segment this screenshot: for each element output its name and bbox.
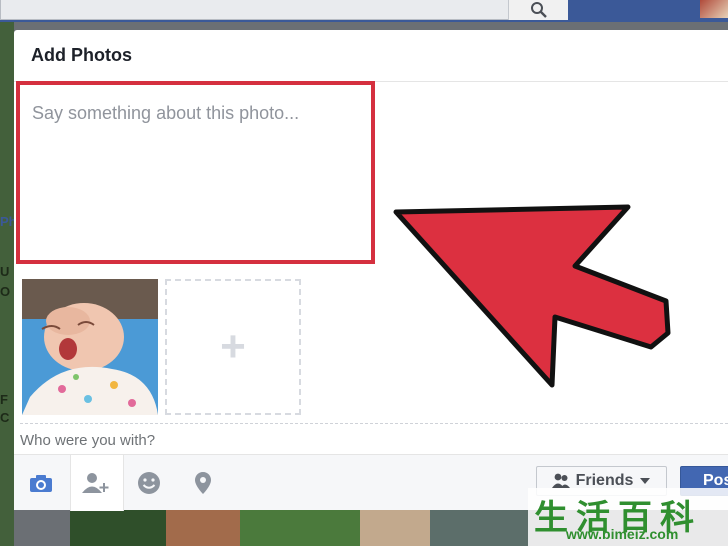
emoji-icon[interactable] [122,455,176,511]
search-icon [508,0,568,20]
add-photo-tile[interactable]: + [165,279,301,415]
plus-icon: + [220,322,246,371]
background-letter: U [0,264,10,279]
add-photos-dialog: Add Photos + [14,30,728,511]
baby-photo-image [22,279,158,415]
camera-icon[interactable] [14,455,68,511]
chevron-down-icon [640,478,651,484]
tag-friends-input[interactable] [20,429,420,451]
caption-highlight-box [16,81,375,264]
dialog-header: Add Photos [14,30,728,82]
caption-input[interactable] [20,85,371,260]
tag-friends-icon[interactable] [70,455,124,511]
friends-icon [551,473,570,488]
background-letter: C [0,410,10,425]
dialog-title: Add Photos [31,45,132,65]
divider [20,423,728,424]
background-letter: O [0,284,11,299]
background-photo-strip [70,506,530,546]
avatar [700,0,728,18]
photo-thumbnail[interactable] [22,279,158,415]
background-search-bar [0,0,568,20]
watermark: 生活百科 www.bimeiz.com [528,488,728,546]
watermark-url: www.bimeiz.com [566,526,679,542]
location-icon[interactable] [176,455,230,511]
background-letter: F [0,392,8,407]
background-left-strip: Ph U O F C [0,22,17,546]
